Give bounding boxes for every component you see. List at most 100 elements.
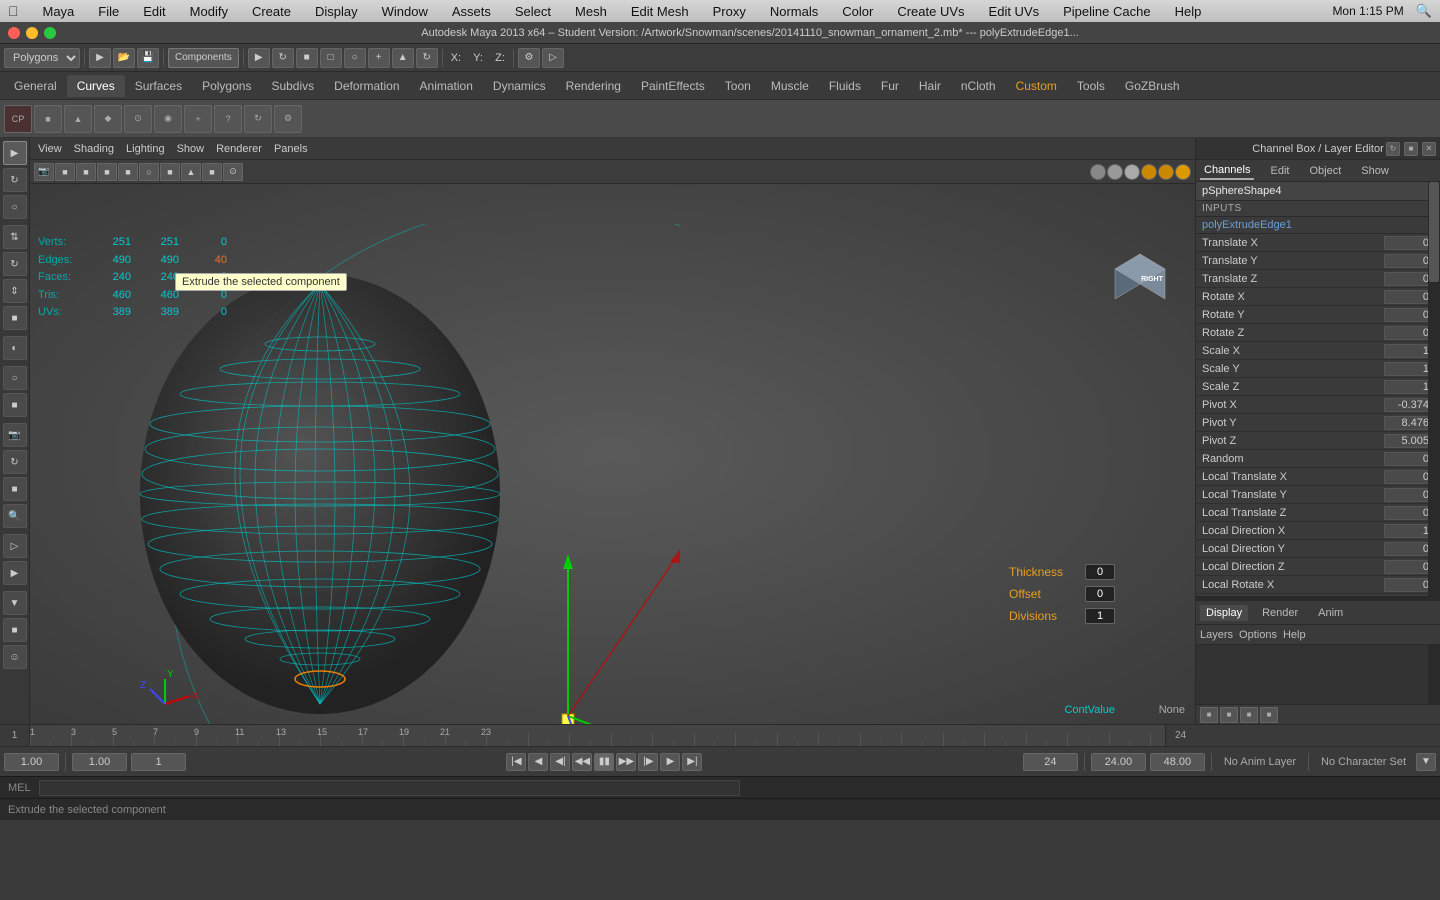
goto-end-btn[interactable]: ▶| (682, 753, 702, 771)
vp-icon-camera[interactable]: 📷 (34, 163, 54, 181)
timeline-ruler[interactable]: 1 1 3 5 7 9 11 13 15 17 19 21 23 24 (0, 724, 1440, 746)
vp-sphere-1[interactable] (1090, 164, 1106, 180)
lt-tab-display[interactable]: Display (1200, 605, 1248, 621)
vp-menu-renderer[interactable]: Renderer (216, 143, 262, 155)
divisions-value[interactable]: 1 (1085, 608, 1115, 624)
select-tool[interactable]: ▶ (248, 48, 270, 68)
search-icon[interactable]: 🔍 (1416, 3, 1432, 19)
menu-window[interactable]: Window (378, 4, 432, 19)
menu-edit-mesh[interactable]: Edit Mesh (627, 4, 693, 19)
menu-color[interactable]: Color (838, 4, 877, 19)
menu-file[interactable]: File (94, 4, 123, 19)
menu-create-uvs[interactable]: Create UVs (893, 4, 968, 19)
scale-tool-icon[interactable]: ⇕ (3, 279, 27, 303)
shelf-icon-6[interactable]: ◉ (154, 105, 182, 133)
layer-icon-3[interactable]: ■ (1240, 707, 1258, 723)
universal-manip-icon[interactable]: ■ (3, 306, 27, 330)
menu-select[interactable]: Select (511, 4, 555, 19)
viewport-canvas[interactable]: Verts: 251 251 0 Edges: 490 490 40 Faces… (30, 184, 1195, 724)
show-manip-icon[interactable]: ○ (3, 366, 27, 390)
vp-menu-panels[interactable]: Panels (274, 143, 308, 155)
vp-sphere-4[interactable] (1141, 164, 1157, 180)
ch-tab-show[interactable]: Show (1357, 163, 1393, 179)
goto-start-btn[interactable]: |◀ (506, 753, 526, 771)
render-btn[interactable]: ▷ (542, 48, 564, 68)
shelf-tab-gozbrush[interactable]: GoZBrush (1115, 75, 1190, 97)
shelf-icon-4[interactable]: ◆ (94, 105, 122, 133)
menu-maya[interactable]: Maya (39, 4, 79, 19)
range-end-input[interactable]: 24.00 (1091, 753, 1146, 771)
shelf-icon-2[interactable]: ■ (34, 105, 62, 133)
layer-icon-1[interactable]: ■ (1200, 707, 1218, 723)
menu-mesh[interactable]: Mesh (571, 4, 611, 19)
menu-pipeline-cache[interactable]: Pipeline Cache (1059, 4, 1154, 19)
artisan-icon[interactable]: ▼ (3, 591, 27, 615)
offset-value[interactable]: 0 (1085, 586, 1115, 602)
lt-sub-layers[interactable]: Layers (1200, 629, 1233, 641)
shelf-tab-curves[interactable]: Curves (67, 75, 125, 97)
lt-tab-anim[interactable]: Anim (1312, 605, 1349, 621)
snap-point[interactable]: + (368, 48, 390, 68)
ch-tab-edit[interactable]: Edit (1266, 163, 1293, 179)
dynamic-icon[interactable]: ☺ (3, 645, 27, 669)
vp-icon-select[interactable]: ■ (55, 163, 75, 181)
vp-menu-shading[interactable]: Shading (74, 143, 114, 155)
ch-icon-close[interactable]: ✕ (1422, 142, 1436, 156)
menu-edit[interactable]: Edit (139, 4, 169, 19)
open-btn[interactable]: 📂 (113, 48, 135, 68)
lt-tab-render[interactable]: Render (1256, 605, 1304, 621)
view-cube[interactable]: RIGHT (1105, 244, 1175, 314)
vp-sphere-5[interactable] (1158, 164, 1174, 180)
ch-tab-object[interactable]: Object (1305, 163, 1345, 179)
shelf-tab-deformation[interactable]: Deformation (324, 75, 409, 97)
minimize-button[interactable] (26, 27, 38, 39)
menu-edit-uvs[interactable]: Edit UVs (985, 4, 1044, 19)
shelf-icon-8[interactable]: ? (214, 105, 242, 133)
shelf-icon-10[interactable]: ⚙ (274, 105, 302, 133)
vp-sphere-6[interactable] (1175, 164, 1191, 180)
shelf-tab-ncloth[interactable]: nCloth (951, 75, 1006, 97)
ch-icon-2[interactable]: ■ (1404, 142, 1418, 156)
lt-sub-help[interactable]: Help (1283, 629, 1306, 641)
prev-key-btn[interactable]: ◀| (550, 753, 570, 771)
layer-scrollbar[interactable] (1428, 645, 1440, 704)
menu-normals[interactable]: Normals (766, 4, 822, 19)
shelf-tab-tools[interactable]: Tools (1067, 75, 1115, 97)
stop-btn[interactable]: ▮▮ (594, 753, 614, 771)
shelf-tab-custom[interactable]: Custom (1006, 75, 1067, 97)
shelf-icon-5[interactable]: ⊙ (124, 105, 152, 133)
menu-create[interactable]: Create (248, 4, 295, 19)
shelf-tab-painteffects[interactable]: PaintEffects (631, 75, 715, 97)
menu-modify[interactable]: Modify (186, 4, 232, 19)
ch-icon-1[interactable]: ↻ (1386, 142, 1400, 156)
shelf-icon-9[interactable]: ↻ (244, 105, 272, 133)
shelf-tab-muscle[interactable]: Muscle (761, 75, 819, 97)
soft-mod-icon[interactable]: ◐ (3, 336, 27, 360)
history-btn[interactable]: ↻ (416, 48, 438, 68)
ipr-render-icon[interactable]: ▶ (3, 561, 27, 585)
ch-scrollbar[interactable] (1428, 182, 1440, 596)
shelf-tab-general[interactable]: General (4, 75, 67, 97)
render-icon[interactable]: ▷ (3, 534, 27, 558)
vp-icon-6[interactable]: ○ (139, 163, 159, 181)
vp-icon-3[interactable]: ■ (76, 163, 96, 181)
shelf-tab-dynamics[interactable]: Dynamics (483, 75, 556, 97)
play-back-btn[interactable]: ◀◀ (572, 753, 592, 771)
play-fwd-btn[interactable]: ▶▶ (616, 753, 636, 771)
vp-icon-5[interactable]: ■ (118, 163, 138, 181)
vp-icon-8[interactable]: ▲ (181, 163, 201, 181)
close-button[interactable] (8, 27, 20, 39)
shelf-tab-rendering[interactable]: Rendering (556, 75, 631, 97)
vp-icon-10[interactable]: ⊙ (223, 163, 243, 181)
menu-assets[interactable]: Assets (448, 4, 495, 19)
tl-container[interactable]: 1 3 5 7 9 11 13 15 17 19 21 23 (30, 725, 1165, 746)
select-tool-icon[interactable]: ▶ (3, 141, 27, 165)
next-frame-btn[interactable]: ▶ (660, 753, 680, 771)
snap-surface[interactable]: ▲ (392, 48, 414, 68)
vp-menu-show[interactable]: Show (177, 143, 205, 155)
menu-proxy[interactable]: Proxy (709, 4, 750, 19)
vp-menu-view[interactable]: View (38, 143, 62, 155)
vp-menu-lighting[interactable]: Lighting (126, 143, 165, 155)
shelf-icon-1[interactable]: CP (4, 105, 32, 133)
ch-input-name[interactable]: polyExtrudeEdge1 (1196, 217, 1440, 234)
